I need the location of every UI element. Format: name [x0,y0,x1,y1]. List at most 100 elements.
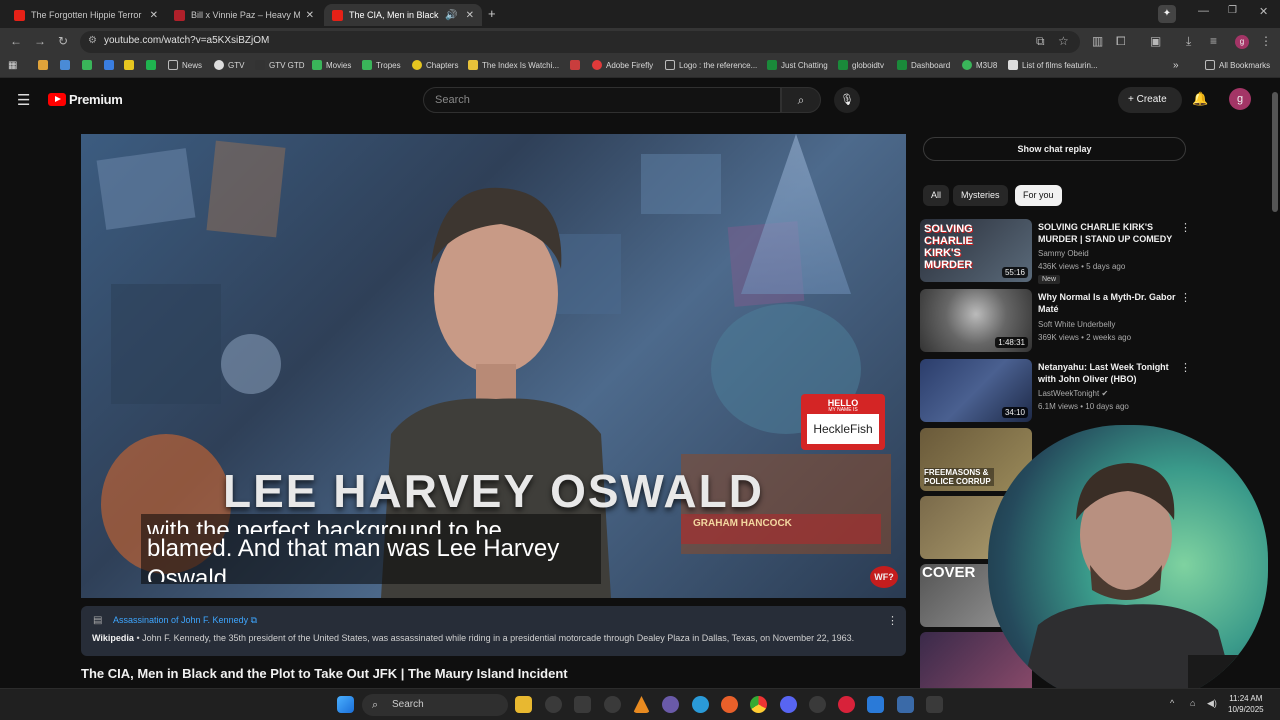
create-button[interactable]: + Create [1118,87,1182,113]
browser-tab[interactable]: Bill x Vinnie Paz – Heavy Met ✕ [166,4,322,26]
minimize-icon[interactable]: — [1198,5,1209,17]
recommended-video[interactable]: 1:48:31 Why Normal Is a Myth-Dr. Gabor M… [920,289,1191,353]
scrollbar-thumb[interactable] [1272,92,1278,212]
app-icon[interactable] [926,696,943,713]
rec-channel[interactable]: Soft White Underbelly [1038,320,1115,329]
bookmark-icon-only[interactable] [82,60,96,70]
more-options-icon[interactable]: ⋮ [887,614,898,627]
extension-icon[interactable]: ▥ [1092,34,1103,48]
vlc-icon[interactable] [633,696,650,713]
bookmark-tropes[interactable]: Tropes [362,60,401,70]
browser-tab-active[interactable]: The CIA, Men in Black and t 🔊 ✕ [324,4,482,26]
show-hidden-icons-icon[interactable]: ^ [1170,698,1174,708]
network-icon[interactable]: ⌂ [1190,698,1195,708]
bookmark-list-of-films[interactable]: List of films featurin... [1008,60,1098,70]
bookmark-icon-only[interactable] [60,60,74,70]
show-chat-replay-button[interactable]: Show chat replay [923,137,1186,161]
bookmark-icon-only[interactable] [104,60,118,70]
more-options-icon[interactable]: ⋮ [1180,361,1191,374]
bookmark-globoidtv[interactable]: globoidtv [838,60,884,70]
file-explorer-icon[interactable] [515,696,532,713]
bookmark-m3u8[interactable]: M3U8 [962,60,997,70]
media-player-icon[interactable] [838,696,855,713]
close-tab-icon[interactable]: ✕ [306,10,314,21]
vscode-icon[interactable] [867,696,884,713]
bookmark-icon-only[interactable] [38,60,52,70]
system-clock[interactable]: 11:24 AM 10/9/2025 [1228,693,1264,715]
video-thumbnail[interactable]: SOLVING CHARLIE KIRK'S MURDER 55:16 [920,219,1032,282]
all-bookmarks-button[interactable]: All Bookmarks [1205,60,1270,70]
video-thumbnail[interactable]: 34:10 [920,359,1032,422]
site-info-icon[interactable]: ⚙ [88,35,97,46]
bookmark-just-chatting[interactable]: Just Chatting [767,60,828,70]
account-avatar[interactable]: g [1229,88,1251,110]
bookmark-gtv[interactable]: GTV [214,60,244,70]
search-button[interactable]: ⌕ [781,87,821,113]
app-icon[interactable] [809,696,826,713]
bookmark-news[interactable]: News [168,60,202,70]
apps-grid-icon[interactable]: ▦ [8,60,17,71]
chrome-icon[interactable] [750,696,767,713]
notifications-bell-icon[interactable]: 🔔 [1192,91,1208,107]
video-player[interactable]: LEE HARVEY OSWALD with the perfect backg… [81,134,906,598]
bookmark-logo-reference[interactable]: Logo : the reference... [665,60,757,70]
bookmark-icon-only[interactable] [124,60,138,70]
page-scrollbar[interactable] [1270,80,1280,688]
url-field[interactable]: ⚙ youtube.com/watch?v=a5KXsiBZjOM [80,31,1080,53]
video-thumbnail[interactable]: 1:48:31 [920,289,1032,352]
forward-icon[interactable]: → [34,34,46,48]
app-icon[interactable] [897,696,914,713]
browser-tab[interactable]: The Forgotten Hippie Terror Cu ✕ [6,4,166,26]
windows-start-icon[interactable] [337,696,354,713]
youtube-premium-logo[interactable]: Premium [48,92,123,107]
rec-title[interactable]: Why Normal Is a Myth-Dr. Gabor Maté [1038,291,1178,315]
hamburger-menu-icon[interactable]: ☰ [17,91,30,109]
volume-icon[interactable]: ◀) [1207,698,1217,709]
maximize-icon[interactable]: ❐ [1228,5,1237,16]
recommended-video[interactable]: SOLVING CHARLIE KIRK'S MURDER 55:16 SOLV… [920,219,1191,284]
sparkle-icon[interactable]: ✦ [1158,5,1176,23]
speaker-icon[interactable]: 🔊 [445,10,457,21]
info-panel-title-link[interactable]: Assassination of John F. Kennedy ⧉ [113,615,257,626]
profile-avatar[interactable]: g [1235,35,1249,49]
bookmark-icon-only[interactable] [146,60,160,70]
bookmark-star-icon[interactable]: ☆ [1058,34,1069,48]
bookmark-index[interactable]: The Index Is Watchi... [468,60,559,70]
more-options-icon[interactable]: ⋮ [1180,291,1191,304]
discord-icon[interactable] [780,696,797,713]
bookmark-adobe-firefly[interactable]: Adobe Firefly [592,60,653,70]
bookmark-gtv-gtd[interactable]: GTV GTD [255,60,305,70]
download-icon[interactable]: ⤓ [1186,34,1191,49]
obs-icon[interactable] [545,696,562,713]
taskbar-search[interactable]: ⌕ Search [362,694,508,716]
bookmark-icon-only[interactable] [570,60,584,70]
media-controls-icon[interactable]: ≡ [1210,34,1217,48]
side-panel-icon[interactable]: ▣ [1150,34,1161,48]
bookmark-dashboard[interactable]: Dashboard [897,60,950,70]
rec-title[interactable]: SOLVING CHARLIE KIRK'S MURDER | STAND UP… [1038,221,1178,245]
search-input[interactable]: Search [423,87,781,113]
back-icon[interactable]: ← [10,34,22,48]
more-bookmarks-icon[interactable]: » [1173,60,1179,71]
app-icon[interactable] [604,696,621,713]
rec-channel[interactable]: LastWeekTonight ✔ [1038,389,1108,398]
close-tab-icon[interactable]: ✕ [150,10,158,21]
chip-for-you[interactable]: For you [1015,185,1062,206]
more-options-icon[interactable]: ⋮ [1180,221,1191,234]
extensions-puzzle-icon[interactable]: ⧠ [1116,34,1126,49]
new-tab-button[interactable]: + [488,6,496,21]
app-icon[interactable] [574,696,591,713]
chip-all[interactable]: All [923,185,950,206]
rec-title[interactable]: Netanyahu: Last Week Tonight with John O… [1038,361,1178,385]
rec-channel[interactable]: Sammy Obeid [1038,249,1089,258]
voice-search-button[interactable]: 🎙 [834,87,860,113]
install-app-icon[interactable]: ⧉ [1036,34,1045,49]
bookmark-chapters[interactable]: Chapters [412,60,458,70]
app-icon[interactable] [662,696,679,713]
browser-menu-icon[interactable]: ⋮ [1260,34,1272,48]
edge-icon[interactable] [692,696,709,713]
firefox-icon[interactable] [721,696,738,713]
close-tab-icon[interactable]: ✕ [466,10,474,21]
chip-mysteries[interactable]: Mysteries [953,185,1008,206]
close-window-icon[interactable]: ✕ [1259,5,1268,18]
